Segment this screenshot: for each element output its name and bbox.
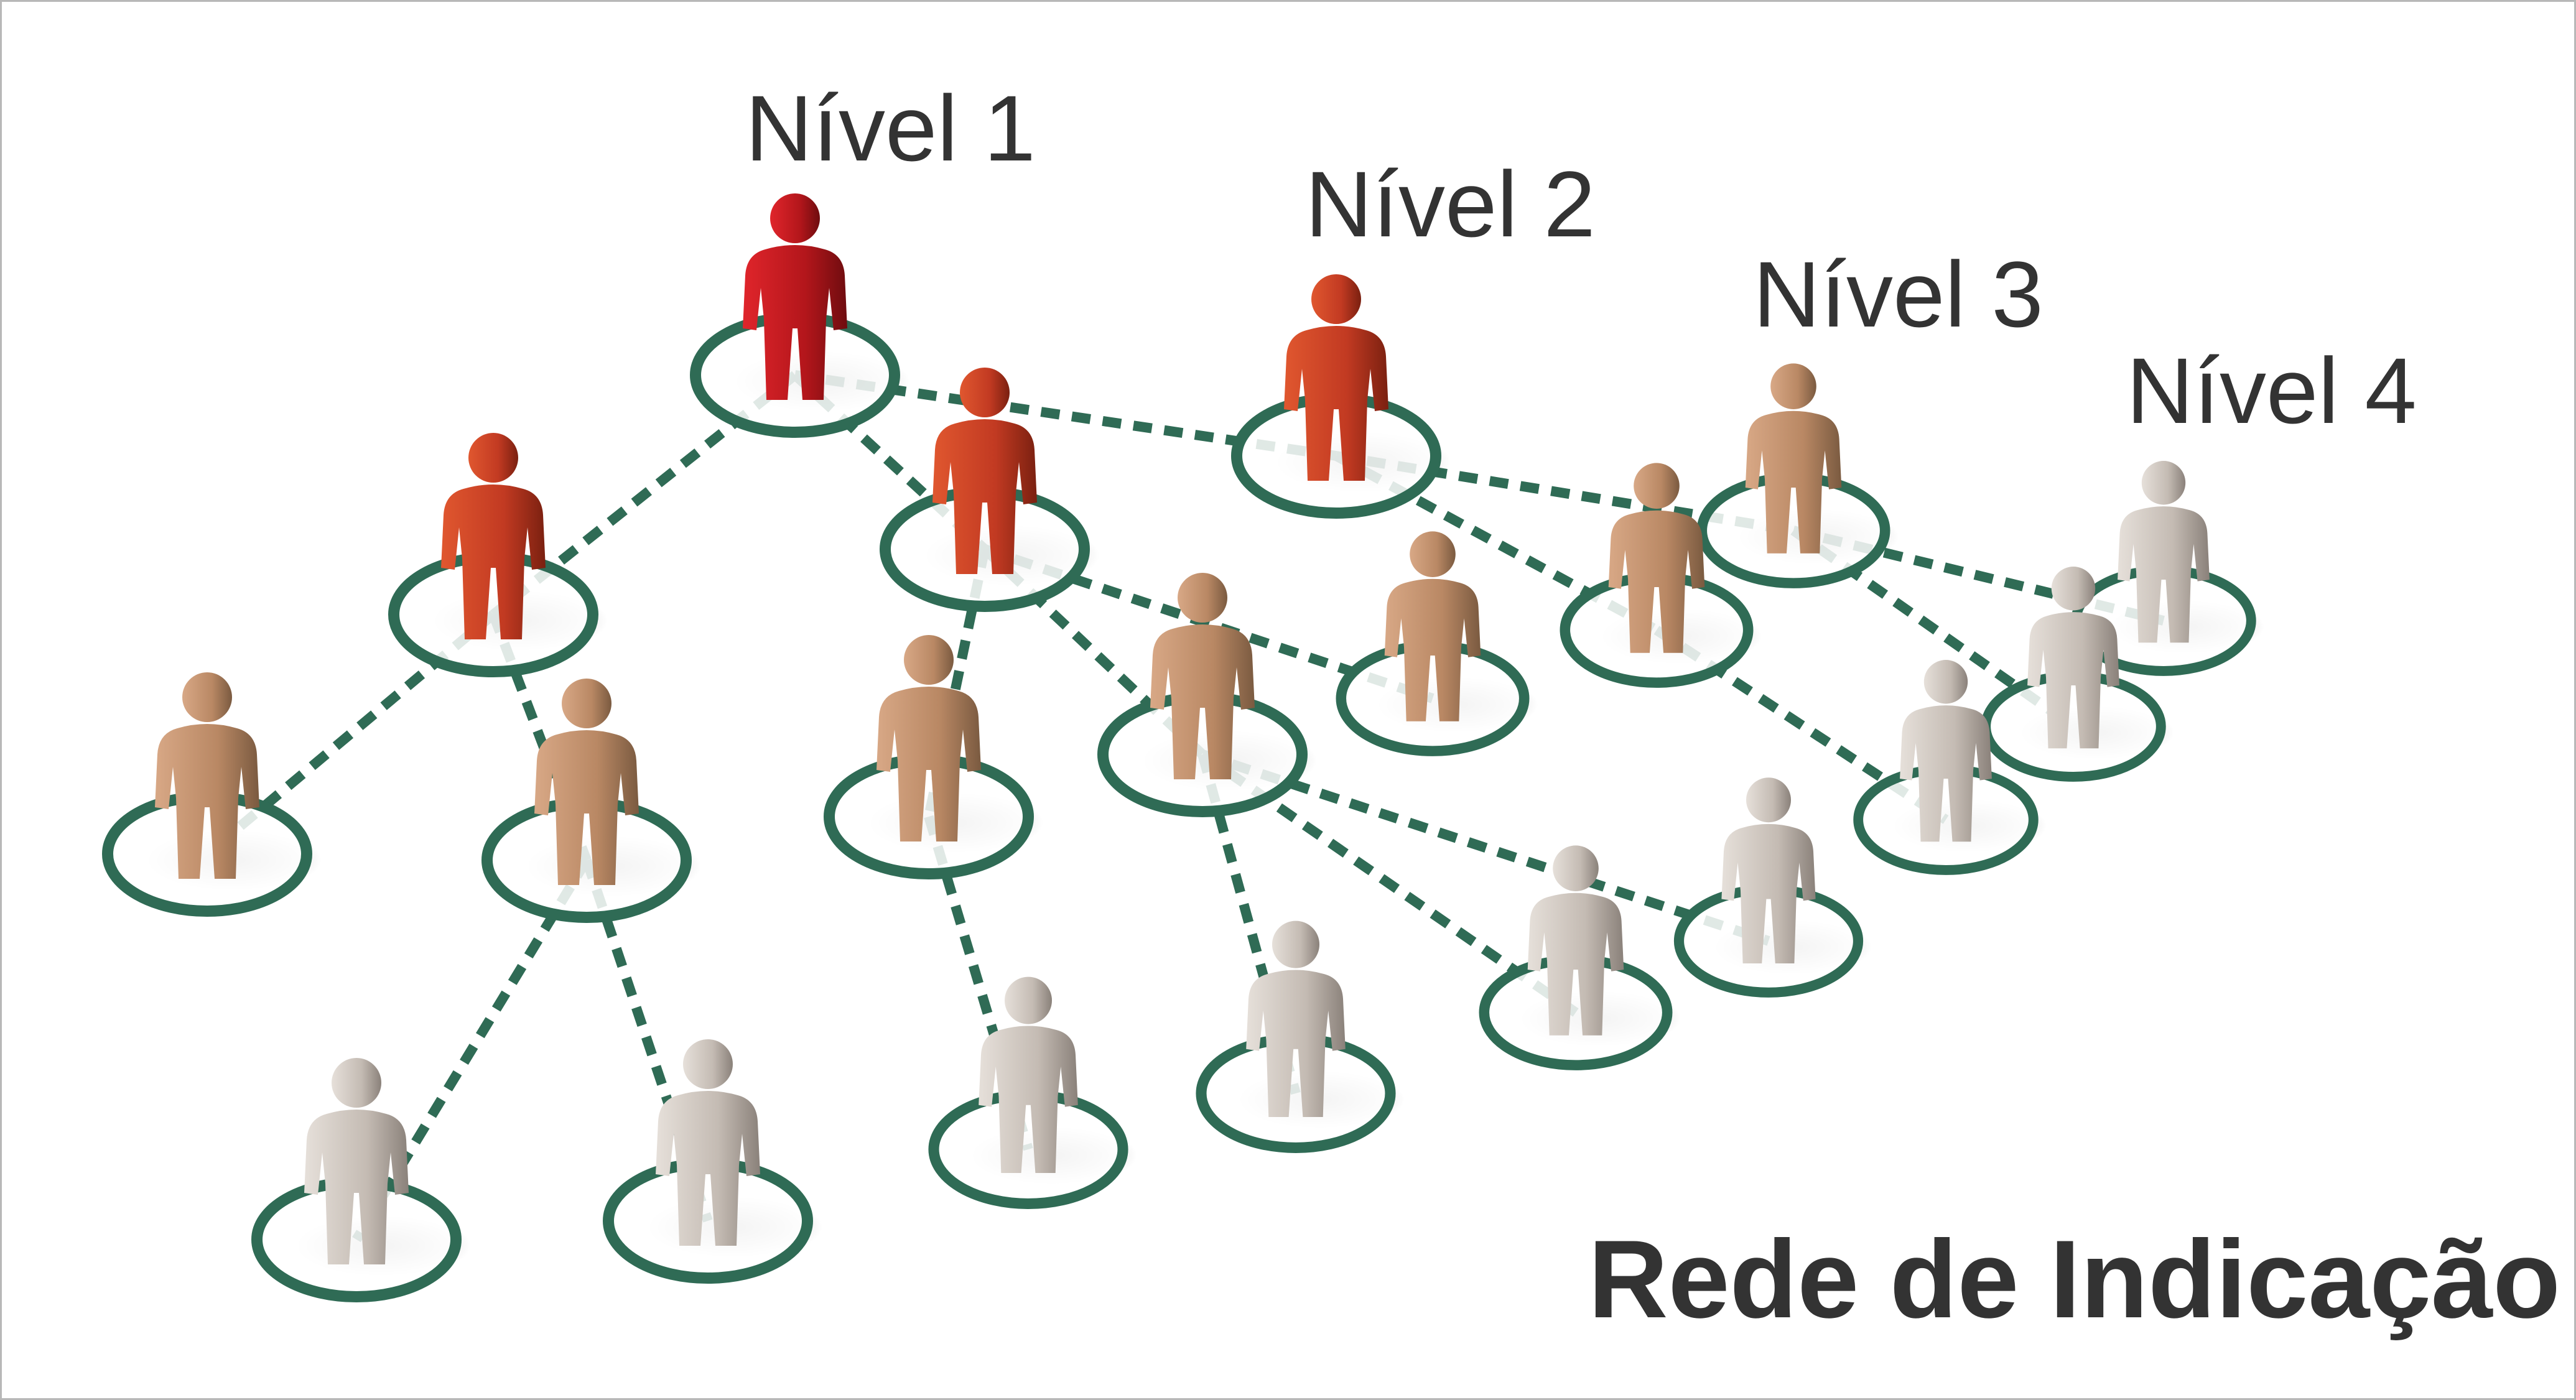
person-node-level-4	[1196, 920, 1405, 1153]
referral-network-diagram: Nível 1 Nível 2 Nível 3 Nível 4 Rede de …	[0, 0, 2576, 1400]
person-node-level-3	[481, 679, 701, 923]
person-node-level-4	[928, 976, 1137, 1209]
level-2-label: Nível 2	[1305, 152, 1596, 256]
level-3-label: Nível 3	[1753, 242, 2044, 346]
person-node-level-3	[1696, 363, 1899, 588]
person-node-level-4	[251, 1058, 471, 1302]
person-node-level-4	[603, 1039, 822, 1284]
network-nodes	[102, 193, 2264, 1302]
person-node-level-4	[1673, 777, 1872, 998]
diagram-title: Rede de Indicação	[1588, 1217, 2560, 1341]
person-node-level-1	[690, 193, 909, 438]
person-node-level-3	[1097, 573, 1317, 817]
person-node-level-4	[1479, 845, 1681, 1070]
level-4-label: Nível 4	[2126, 338, 2417, 443]
person-node-level-3	[102, 672, 322, 917]
person-node-level-3	[824, 635, 1043, 879]
level-1-label: Nível 1	[745, 76, 1036, 180]
person-node-level-3	[1336, 531, 1538, 756]
person-node-level-2	[1231, 274, 1451, 519]
network-graphic	[102, 193, 2264, 1302]
